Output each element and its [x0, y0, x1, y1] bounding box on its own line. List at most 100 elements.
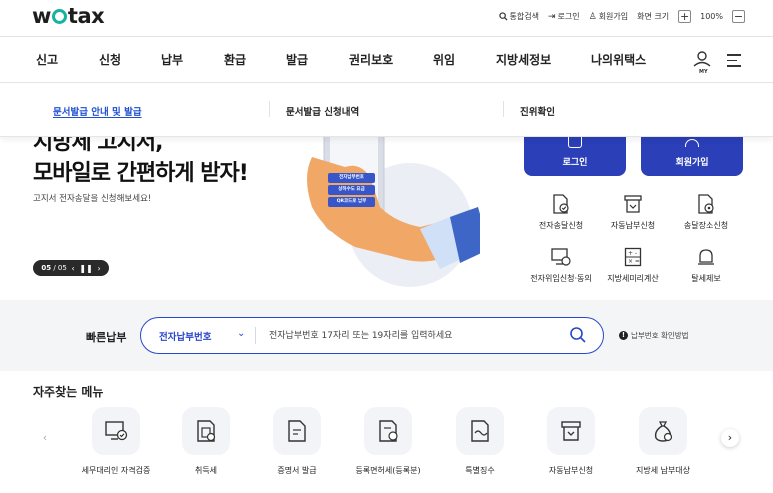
- search-label: 통합검색: [509, 12, 539, 21]
- freq-icon-bg: [273, 407, 321, 455]
- top-bar: w tax 통합검색 ⇥ 로그인 ♙ 회원가입 화면 크기 + 100% −: [0, 0, 773, 36]
- hero-headline-1: 지방세 고지서,: [33, 137, 163, 155]
- join-link[interactable]: ♙ 회원가입: [589, 11, 629, 22]
- login-button-label: 로그인: [562, 158, 588, 168]
- nav-local-tax-info[interactable]: 지방세정보: [496, 51, 551, 68]
- license-doc-icon: [379, 420, 398, 442]
- nav-report[interactable]: 신고: [36, 51, 58, 68]
- nav-my-wetax[interactable]: 나의위택스: [591, 51, 646, 68]
- integrated-search-link[interactable]: 통합검색: [498, 11, 539, 22]
- search-icon[interactable]: [569, 326, 587, 344]
- quick-e-delegate[interactable]: 전자위임신청·동의: [520, 247, 602, 284]
- payment-number-help-link[interactable]: ! 납부번호 확인방법: [619, 330, 689, 341]
- chevron-right-icon[interactable]: ›: [721, 429, 739, 447]
- login-door-icon: [568, 137, 582, 148]
- quick-delivery-place[interactable]: 송달장소신청: [665, 194, 747, 231]
- nav-issue[interactable]: 발급: [286, 51, 308, 68]
- quick-label: 자동납부신청: [610, 221, 656, 230]
- hero-headline-2: 모바일로 간편하게 받자!: [33, 161, 249, 186]
- money-bag-icon: [654, 421, 673, 442]
- divider: [255, 327, 256, 344]
- main-navigation: 신고 신청 납부 환급 발급 권리보호 위임 지방세정보 나의위택스 MY: [0, 36, 773, 83]
- frequent-menu-title: 자주찾는 메뉴: [33, 385, 104, 399]
- calculator-icon: + -× =: [624, 247, 642, 267]
- prev-slide-icon[interactable]: ‹: [71, 264, 74, 273]
- special-collect-icon: [471, 420, 489, 442]
- quick-tax-report[interactable]: 탈세제보: [665, 247, 747, 284]
- my-label: MY: [699, 69, 708, 75]
- svg-text:+ -: + -: [628, 250, 637, 257]
- building-doc-icon: [197, 420, 216, 442]
- submenu-authenticity-check[interactable]: 진위확인: [520, 104, 555, 118]
- submenu-issue-history[interactable]: 문서발급 신청내역: [286, 104, 359, 118]
- freq-icon-bg: [364, 407, 412, 455]
- quick-auto-pay[interactable]: 자동납부신청: [592, 194, 674, 231]
- freq-item-special-collection[interactable]: 특별징수: [434, 407, 526, 476]
- banner-pager: 05 / 05 ‹ ❚❚ ›: [33, 260, 109, 276]
- quick-label: 전자위임신청·동의: [530, 274, 592, 283]
- hero-banner: 지방세 고지서, 모바일로 간편하게 받자! 고지서 전자송달을 신청해보세요!…: [0, 137, 773, 300]
- freq-item-certificate[interactable]: 증명서 발급: [251, 407, 343, 476]
- freq-item-agent-verify[interactable]: 세무대리인 자격검증: [70, 407, 162, 476]
- fast-pay-section: 빠른납부 전자납부번호 ⌄ ! 납부번호 확인방법: [0, 300, 773, 371]
- nav-delegate[interactable]: 위임: [433, 51, 455, 68]
- freq-item-label: 지방세 납부대상: [635, 466, 691, 475]
- fast-pay-title: 빠른납부: [86, 331, 127, 344]
- document-location-icon: [698, 194, 714, 214]
- join-button-label: 회원가입: [675, 158, 709, 168]
- search-icon: [498, 12, 508, 21]
- quick-label: 송달장소신청: [683, 221, 729, 230]
- login-label: 로그인: [557, 12, 580, 21]
- freq-item-label: 등록면허세(등록분): [355, 466, 421, 475]
- quick-tax-calculator[interactable]: + - × = 지방세미리계산: [592, 247, 674, 284]
- payment-number-input[interactable]: [269, 326, 559, 346]
- pay-type-select[interactable]: 전자납부번호: [159, 329, 211, 343]
- submenu-document-issue[interactable]: 문서발급 안내 및 발급: [53, 104, 142, 118]
- login-link[interactable]: ⇥ 로그인: [548, 11, 580, 22]
- nav-refund[interactable]: 환급: [224, 51, 246, 68]
- chevron-down-icon[interactable]: ⌄: [237, 328, 245, 339]
- bell-report-icon: [698, 249, 714, 265]
- pager-counter: 05 / 05: [41, 264, 67, 272]
- person-icon: [685, 139, 699, 147]
- document-check-icon: [553, 194, 569, 214]
- freq-item-acquisition-tax[interactable]: 취득세: [160, 407, 252, 476]
- login-button[interactable]: 로그인: [524, 137, 626, 176]
- nav-apply[interactable]: 신청: [99, 51, 121, 68]
- quick-label: 지방세미리계산: [607, 274, 659, 283]
- hamburger-menu-icon[interactable]: [727, 54, 741, 71]
- quick-e-delivery[interactable]: 전자송달신청: [520, 194, 602, 231]
- zoom-value: 100%: [700, 12, 723, 21]
- pause-icon[interactable]: ❚❚: [79, 264, 92, 273]
- auto-pay-icon: [561, 421, 581, 441]
- freq-item-registration-license-tax[interactable]: 등록면허세(등록분): [342, 407, 434, 476]
- freq-item-label: 증명서 발급: [277, 466, 317, 475]
- nav-pay[interactable]: 납부: [161, 51, 183, 68]
- freq-icon-bg: [182, 407, 230, 455]
- freq-icon-bg: [456, 407, 504, 455]
- freq-item-local-tax-target[interactable]: 지방세 납부대상: [617, 407, 709, 476]
- phone-button-2: 상하수도 요금: [328, 185, 375, 195]
- freq-item-auto-pay[interactable]: 자동납부신청: [525, 407, 617, 476]
- auto-pay-icon: [624, 195, 642, 213]
- user-plus-icon: ♙: [588, 11, 597, 22]
- freq-item-label: 세무대리인 자격검증: [81, 466, 151, 475]
- zoom-out-button[interactable]: −: [732, 10, 745, 23]
- wetax-logo[interactable]: w tax: [32, 4, 105, 28]
- divider: [269, 101, 270, 117]
- join-label: 회원가입: [598, 12, 629, 21]
- info-icon: !: [619, 331, 628, 340]
- freq-icon-bg: [547, 407, 595, 455]
- next-slide-icon[interactable]: ›: [97, 264, 100, 273]
- monitor-check-icon: [105, 421, 128, 441]
- join-button[interactable]: 회원가입: [641, 137, 743, 176]
- freq-icon-bg: [639, 407, 687, 455]
- zoom-label: 화면 크기: [637, 12, 670, 21]
- nav-rights[interactable]: 권리보호: [349, 51, 393, 68]
- zoom-in-button[interactable]: +: [678, 10, 692, 23]
- svg-text:× =: × =: [628, 258, 640, 265]
- login-icon: ⇥: [547, 11, 556, 22]
- fast-pay-searchbox: 전자납부번호 ⌄: [140, 317, 604, 354]
- chevron-left-icon[interactable]: ‹: [36, 429, 54, 447]
- monitor-delegate-icon: [551, 248, 571, 266]
